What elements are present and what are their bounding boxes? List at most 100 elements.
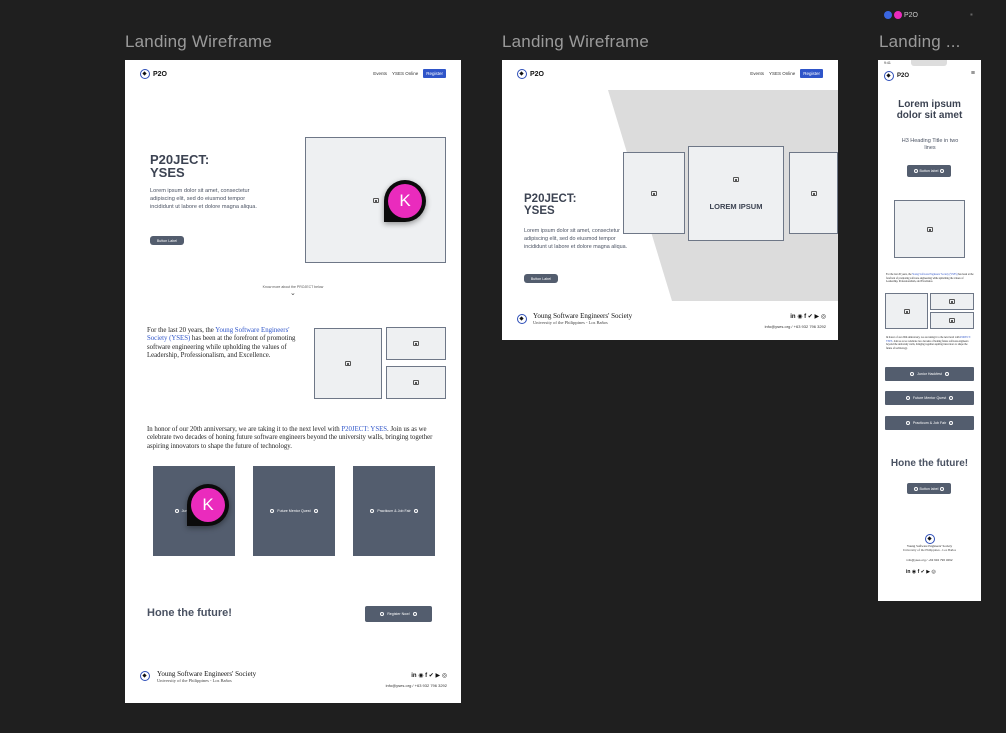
avatar[interactable]	[884, 11, 892, 19]
social-links[interactable]: in ◉ f ✔ ▶ ◎	[906, 569, 936, 575]
plus-circle-icon	[905, 421, 910, 425]
logo-icon	[884, 71, 894, 81]
logo-icon	[925, 534, 935, 544]
hero-body: Lorem ipsum dolor sit amet, consectetur …	[524, 228, 628, 250]
about-image-bottom	[386, 366, 446, 399]
logo-icon	[140, 671, 150, 681]
logo-icon	[517, 314, 527, 324]
hero-button[interactable]: Button Label	[524, 274, 558, 283]
logo-text: P2O	[153, 70, 168, 78]
social-links[interactable]: in ◉ f ✔ ▶ ◎	[411, 672, 447, 679]
frame-label-tablet[interactable]: Landing Wireframe	[502, 32, 649, 52]
mobile-subtitle: H3 Heading Title in two lines	[901, 138, 959, 151]
hero-title-line: P20JECT:	[524, 193, 577, 205]
nav-events[interactable]: Events	[373, 71, 387, 76]
hero-button[interactable]: Button Label	[150, 236, 184, 245]
card-practicum-job-fair[interactable]: Practicum & Job Fair	[885, 416, 974, 430]
footer-org: Young Software Engineers' Society	[157, 670, 257, 678]
site-logo[interactable]: P2O	[884, 71, 909, 81]
social-links[interactable]: in ◉ f ✔ ▶ ◎	[790, 313, 826, 320]
collaborator-cursor: K	[384, 180, 426, 222]
about-link[interactable]: Young Software Engineers' Society (YSES)	[912, 273, 957, 276]
settings-icon[interactable]: ▪	[970, 10, 973, 19]
logo-text: P2O	[897, 73, 910, 79]
about-text: For the last 20 years, the Young Softwar…	[886, 273, 974, 284]
mobile-button[interactable]: Button label	[907, 165, 951, 177]
avatar[interactable]	[894, 11, 902, 19]
footer-logo[interactable]	[140, 671, 150, 681]
hero-title-line: YSES	[524, 205, 555, 217]
about-pre: For the last 20 years, the	[147, 327, 216, 334]
site-logo[interactable]: P2O	[140, 69, 167, 79]
nav-bar: Events YSES Online Register	[373, 69, 446, 78]
frame-label-desktop[interactable]: Landing Wireframe	[125, 32, 272, 52]
image-icon	[413, 341, 419, 346]
footer-contact: info@yses.org / +63 932 796 3292	[764, 324, 826, 329]
plus-circle-icon	[905, 396, 910, 400]
tablet-frame: P2O Events YSES Online Register LOREM IP…	[502, 60, 838, 340]
plus-circle-icon	[174, 509, 179, 513]
collaborator-cursor: K	[187, 484, 229, 526]
about-pre: For the last 20 years, the	[886, 273, 913, 276]
mobile-title: Lorem ipsum dolor sit amet	[896, 99, 963, 121]
button-label: Button label	[919, 486, 939, 491]
hamburger-icon[interactable]: ≡	[971, 70, 975, 77]
hero-title: P20JECT: YSES	[150, 153, 209, 179]
image-icon	[926, 226, 933, 232]
card-label: Junior Hackfest	[917, 372, 942, 376]
status-time: 9:41	[884, 61, 891, 65]
nav-register-button[interactable]: Register	[423, 69, 446, 78]
footer-org-block: Young Software Engineers' Society Univer…	[157, 670, 256, 683]
arrow-circle-icon	[949, 396, 954, 400]
image-icon	[733, 176, 739, 182]
carousel-image-right[interactable]	[789, 152, 838, 234]
footer-sub: University of the Philippines - Los Baño…	[157, 678, 232, 683]
image-icon	[345, 361, 351, 366]
hero-body: Lorem ipsum dolor sit amet, consectetur …	[150, 188, 257, 210]
honor-text: In honor of our 20th anniversary, we are…	[147, 426, 443, 451]
arrow-circle-icon	[944, 372, 949, 376]
nav-online[interactable]: YSES Online	[392, 71, 418, 76]
status-bar: 9:41	[878, 60, 981, 67]
mobile-image	[894, 200, 965, 258]
card-junior-hackfest[interactable]: Junior Hackfest	[885, 367, 974, 381]
card-practicum-job-fair[interactable]: Practicum & Job Fair	[353, 466, 435, 556]
footer-org-block: Young Software Engineers' Society Univer…	[533, 312, 632, 325]
collaborators-bar: P2O	[884, 11, 918, 19]
footer-contact: info@yses.org / +63 932 796 3292	[906, 558, 953, 562]
carousel-image-center[interactable]: LOREM IPSUM	[688, 146, 784, 241]
mobile-cta-button[interactable]: Button label	[907, 483, 951, 494]
plus-circle-icon	[370, 509, 375, 513]
frame-label-mobile[interactable]: Landing ...	[879, 32, 961, 52]
honor-pre: In honor of our 20th anniversary, we are…	[147, 426, 342, 433]
about-image-top	[386, 327, 446, 360]
about-image-bottom	[930, 312, 974, 329]
register-now-button[interactable]: Register Now!	[365, 606, 432, 622]
arrow-circle-icon	[412, 612, 417, 616]
register-now-label: Register Now!	[387, 612, 410, 616]
honor-post: . Join us as we celebrate two decades of…	[886, 339, 969, 350]
image-icon	[810, 190, 817, 196]
carousel-image-left[interactable]	[623, 152, 685, 234]
footer-logo[interactable]	[925, 534, 935, 544]
honor-link[interactable]: P20JECT: YSES	[341, 426, 387, 433]
logo-icon	[140, 69, 150, 79]
arrow-circle-icon	[949, 421, 954, 425]
desktop-frame: P2O Events YSES Online Register P20JECT:…	[125, 60, 461, 703]
collaborator-initial: K	[191, 488, 225, 522]
image-icon	[413, 380, 419, 385]
card-future-mentor-quest[interactable]: Future Mentor Quest	[885, 391, 974, 405]
mobile-frame: 9:41 P2O ≡ Lorem ipsum dolor sit amet H3…	[878, 60, 981, 601]
footer-logo[interactable]	[517, 314, 527, 324]
plus-circle-icon	[380, 612, 385, 616]
collab-logo: P2O	[904, 11, 919, 19]
notch	[911, 60, 947, 66]
image-icon	[949, 299, 955, 304]
plus-circle-icon	[913, 486, 918, 491]
card-future-mentor-quest[interactable]: Future Mentor Quest	[253, 466, 335, 556]
arrow-circle-icon	[940, 169, 945, 173]
image-icon	[372, 197, 379, 203]
chevron-down-icon[interactable]: ⌄	[290, 289, 296, 297]
image-icon	[903, 308, 910, 314]
arrow-circle-icon	[413, 509, 418, 513]
